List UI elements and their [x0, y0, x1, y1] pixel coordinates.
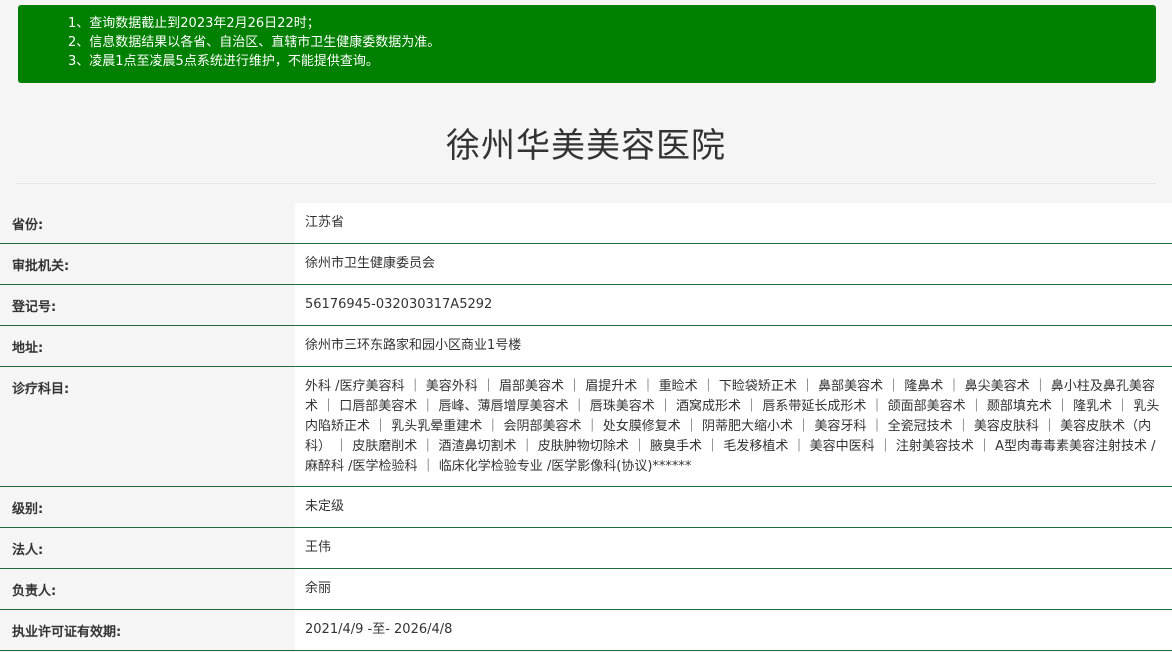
info-row-legal-person: 法人: 王伟	[0, 528, 1172, 569]
province-label: 省份:	[0, 203, 295, 243]
license-validity-value: 2021/4/9 -至- 2026/4/8	[295, 610, 1172, 650]
address-value: 徐州市三环东路家和园小区商业1号楼	[295, 326, 1172, 366]
hospital-info-table: 省份: 江苏省 审批机关: 徐州市卫生健康委员会 登记号: 56176945-0…	[0, 203, 1172, 651]
province-value: 江苏省	[295, 203, 1172, 243]
info-row-license-validity: 执业许可证有效期: 2021/4/9 -至- 2026/4/8	[0, 610, 1172, 651]
address-label: 地址:	[0, 326, 295, 366]
principal-value: 余丽	[295, 569, 1172, 609]
info-row-principal: 负责人: 余丽	[0, 569, 1172, 610]
title-section: 徐州华美美容医院	[16, 110, 1156, 182]
reg-no-label: 登记号:	[0, 285, 295, 325]
info-row-authority: 审批机关: 徐州市卫生健康委员会	[0, 244, 1172, 285]
title-divider	[16, 183, 1156, 184]
info-row-reg-no: 登记号: 56176945-032030317A5292	[0, 285, 1172, 326]
legal-person-label: 法人:	[0, 528, 295, 568]
info-row-address: 地址: 徐州市三环东路家和园小区商业1号楼	[0, 326, 1172, 367]
info-row-level: 级别: 未定级	[0, 487, 1172, 528]
departments-label: 诊疗科目:	[0, 367, 295, 486]
info-row-departments: 诊疗科目: 外科 /医疗美容科 ｜ 美容外科 ｜ 眉部美容术 ｜ 眉提升术 ｜ …	[0, 367, 1172, 487]
level-value: 未定级	[295, 487, 1172, 527]
reg-no-value: 56176945-032030317A5292	[295, 285, 1172, 325]
principal-label: 负责人:	[0, 569, 295, 609]
authority-value: 徐州市卫生健康委员会	[295, 244, 1172, 284]
notice-line-2: 2、信息数据结果以各省、自治区、直辖市卫生健康委数据为准。	[68, 35, 441, 50]
notice-line-3: 3、凌晨1点至凌晨5点系统进行维护，不能提供查询。	[68, 54, 379, 69]
page-title: 徐州华美美容医院	[446, 126, 726, 166]
license-validity-label: 执业许可证有效期:	[0, 610, 295, 650]
notice-banner: 1、查询数据截止到2023年2月26日22时； 2、信息数据结果以各省、自治区、…	[18, 5, 1156, 83]
level-label: 级别:	[0, 487, 295, 527]
legal-person-value: 王伟	[295, 528, 1172, 568]
notice-line-1: 1、查询数据截止到2023年2月26日22时；	[68, 16, 320, 31]
authority-label: 审批机关:	[0, 244, 295, 284]
departments-value: 外科 /医疗美容科 ｜ 美容外科 ｜ 眉部美容术 ｜ 眉提升术 ｜ 重睑术 ｜ …	[295, 367, 1172, 486]
info-row-province: 省份: 江苏省	[0, 203, 1172, 244]
